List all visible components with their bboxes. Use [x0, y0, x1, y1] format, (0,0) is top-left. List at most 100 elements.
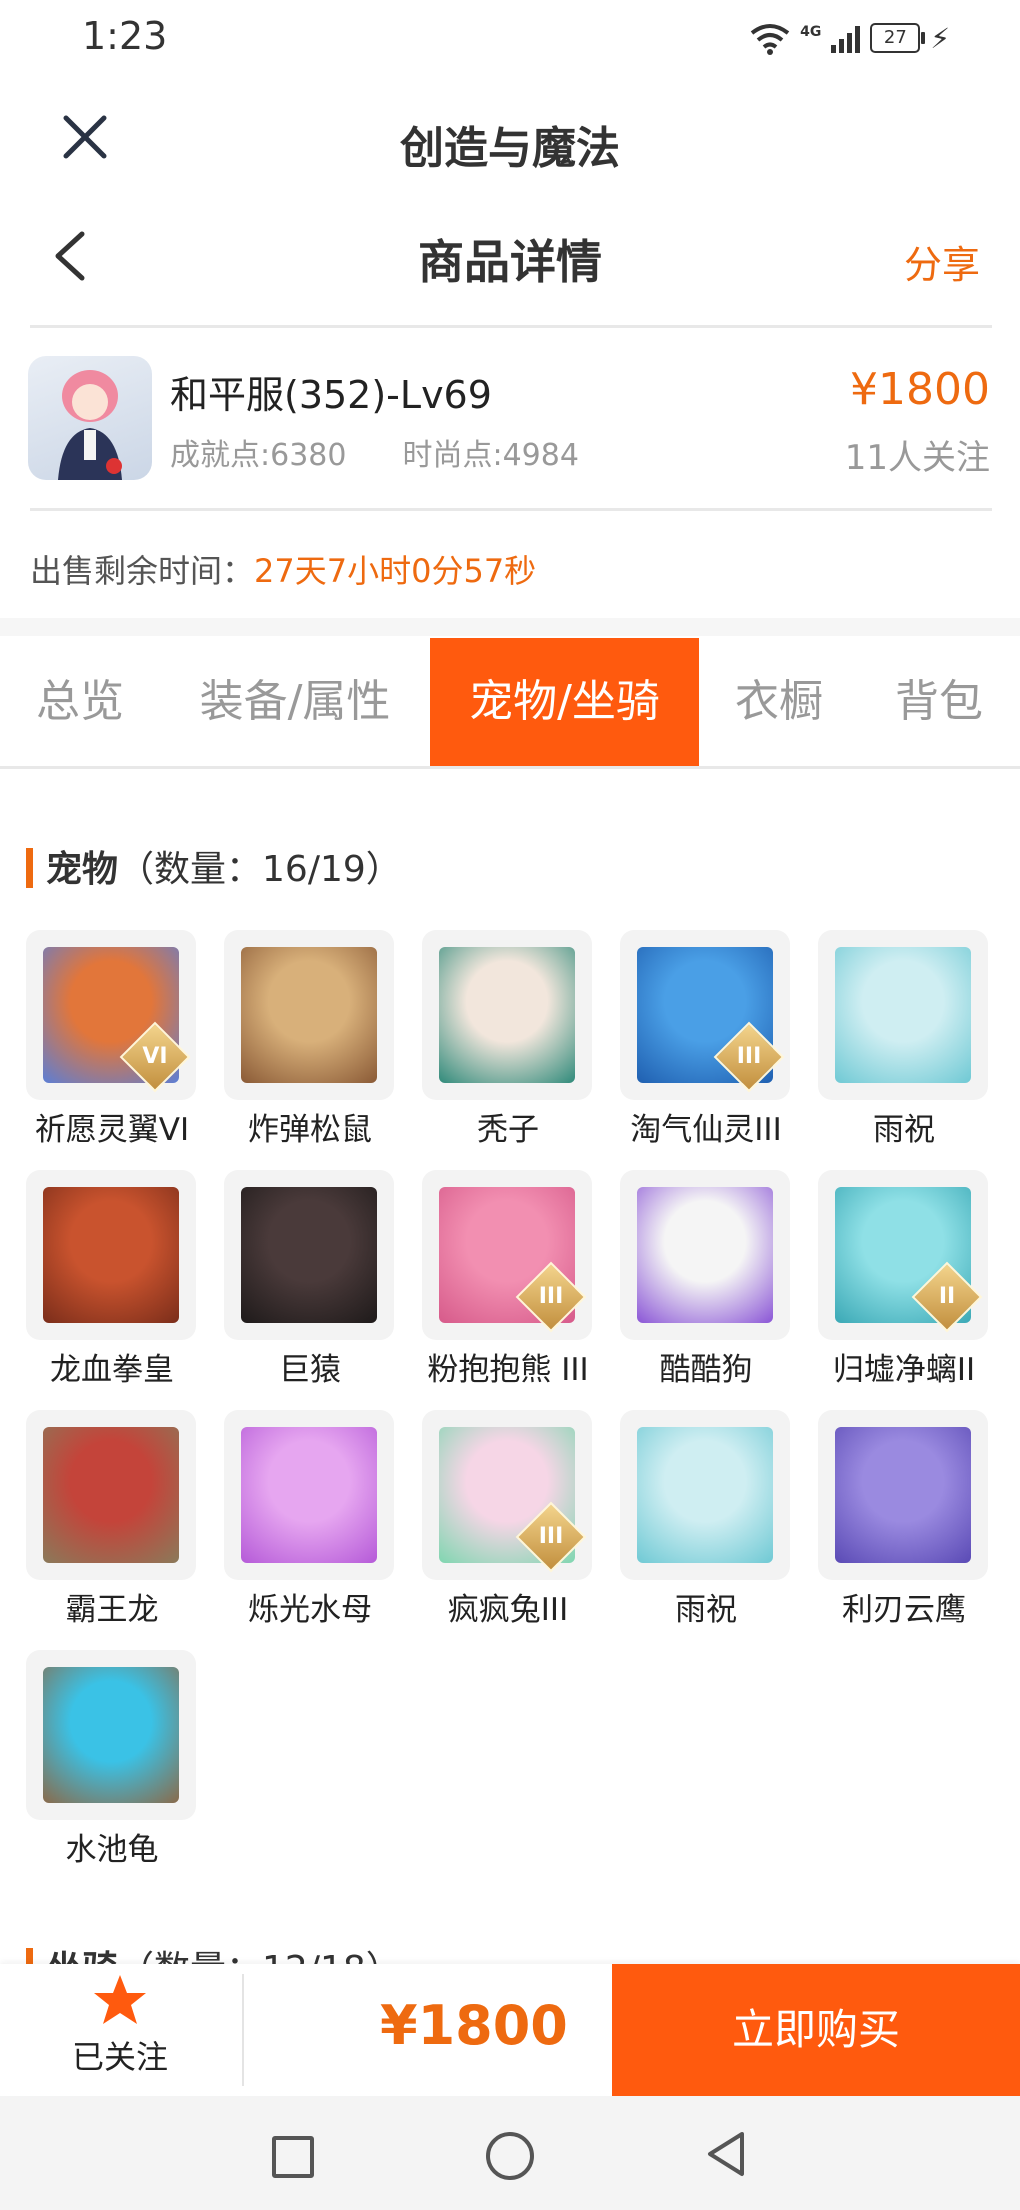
- remaining-value: 27天7小时0分57秒: [254, 552, 537, 590]
- pet-image-frame: [26, 1410, 196, 1580]
- pet-image: [637, 1427, 773, 1563]
- home-icon[interactable]: [486, 2132, 534, 2180]
- pet-card[interactable]: 烁光水母: [224, 1410, 396, 1629]
- pet-image: [43, 1667, 179, 1803]
- recent-apps-icon[interactable]: [272, 2136, 314, 2178]
- achievement-points: 成就点:6380: [170, 438, 347, 473]
- pet-card[interactable]: II 归墟净螭II: [818, 1170, 990, 1389]
- follow-button[interactable]: 已关注: [40, 1972, 200, 2092]
- tab-equipment[interactable]: 装备/属性: [175, 638, 415, 766]
- pet-card[interactable]: 龙血拳皇: [26, 1170, 198, 1389]
- divider: [242, 1974, 244, 2086]
- pet-image: [835, 947, 971, 1083]
- pet-card[interactable]: 雨祝: [620, 1410, 792, 1629]
- pet-card[interactable]: 秃子: [422, 930, 594, 1149]
- app-bar: 创造与魔法: [0, 80, 1020, 196]
- tier-label: VI: [142, 1044, 168, 1069]
- pet-name: 龙血拳皇: [50, 1352, 174, 1388]
- divider: [30, 325, 992, 328]
- pet-image-frame: [224, 1170, 394, 1340]
- pets-count: （数量：16/19）: [118, 849, 402, 890]
- pets-section-title: 宠物: [46, 849, 119, 890]
- share-button[interactable]: 分享: [904, 234, 980, 289]
- product-stats: 成就点:6380 时尚点:4984: [170, 430, 579, 474]
- section-gap: [0, 618, 1020, 636]
- pet-name: 利刃云鹰: [842, 1592, 966, 1628]
- pet-name: 粉抱抱熊 III: [427, 1352, 589, 1388]
- pet-name: 烁光水母: [248, 1592, 372, 1628]
- pet-image-frame: [224, 930, 394, 1100]
- battery-level: 27: [883, 27, 907, 48]
- pet-card[interactable]: 酷酷狗: [620, 1170, 792, 1389]
- buy-now-button[interactable]: 立即购买: [612, 1964, 1020, 2096]
- pet-card[interactable]: III 粉抱抱熊 III: [422, 1170, 594, 1389]
- tier-label: III: [538, 1524, 564, 1549]
- star-icon: [94, 1975, 146, 2024]
- pet-image-frame: [26, 1170, 196, 1340]
- pet-name: 酷酷狗: [659, 1352, 753, 1388]
- pet-card[interactable]: 雨祝: [818, 930, 990, 1149]
- fashion-points: 时尚点:4984: [402, 438, 579, 473]
- page-title: 商品详情: [418, 235, 602, 289]
- pet-card[interactable]: 霸王龙: [26, 1410, 198, 1629]
- pet-image-frame: [620, 1170, 790, 1340]
- tab-bar: 总览 装备/属性 宠物/坐骑 衣橱 背包: [0, 638, 1020, 769]
- pet-image-frame: [818, 930, 988, 1100]
- pet-card[interactable]: 利刃云鹰: [818, 1410, 990, 1629]
- pet-card[interactable]: III 疯疯兔III: [422, 1410, 594, 1629]
- tab-pets-mounts[interactable]: 宠物/坐骑: [430, 638, 699, 766]
- pet-image: [241, 1187, 377, 1323]
- pet-name: 归墟净螭II: [832, 1352, 976, 1388]
- pet-name: 雨祝: [873, 1112, 935, 1148]
- pet-card[interactable]: III 淘气仙灵III: [620, 930, 792, 1149]
- character-avatar-image: [58, 370, 122, 480]
- remaining-time: 出售剩余时间：27天7小时0分57秒: [30, 546, 536, 592]
- page-header: 商品详情 分享: [0, 196, 1020, 326]
- tier-label: II: [938, 1284, 956, 1309]
- pet-image-frame: III: [422, 1410, 592, 1580]
- follower-count: 11人关注: [844, 438, 990, 478]
- network-type: 4G: [800, 24, 822, 40]
- pet-image-frame: II: [818, 1170, 988, 1340]
- pet-image: [241, 947, 377, 1083]
- pet-image-frame: VI: [26, 930, 196, 1100]
- character-thumbnail: [28, 356, 152, 480]
- pet-name: 巨猿: [279, 1352, 341, 1388]
- pet-name: 淘气仙灵III: [630, 1112, 782, 1148]
- pet-name: 雨祝: [675, 1592, 737, 1628]
- app-title: 创造与魔法: [400, 123, 620, 174]
- pet-card[interactable]: 水池龟: [26, 1650, 198, 1869]
- bottom-action-bar: 已关注 ¥1800 立即购买: [0, 1964, 1020, 2096]
- pet-image-frame: [620, 1410, 790, 1580]
- wifi-icon: [750, 24, 790, 55]
- tier-label: III: [736, 1044, 762, 1069]
- pet-image: [43, 1187, 179, 1323]
- pet-name: 疯疯兔III: [447, 1592, 569, 1628]
- remaining-label: 出售剩余时间：: [30, 552, 255, 590]
- status-bar: 1:23 4G 27 ⚡: [0, 0, 1020, 80]
- signal-icon: [831, 23, 861, 53]
- pets-section-header: 宠物（数量：16/19）: [26, 840, 402, 892]
- product-summary: 和平服(352)-Lv69 成就点:6380 时尚点:4984 ¥1800 11…: [0, 330, 1020, 508]
- pet-image: [637, 1187, 773, 1323]
- charging-icon: ⚡: [930, 21, 950, 55]
- follow-label: 已关注: [71, 2038, 168, 2076]
- pet-card[interactable]: 巨猿: [224, 1170, 396, 1389]
- pet-image-frame: [422, 930, 592, 1100]
- pet-name: 秃子: [477, 1112, 539, 1148]
- pet-name: 祈愿灵翼VI: [34, 1112, 190, 1148]
- pet-name: 霸王龙: [65, 1592, 159, 1628]
- pet-image: [835, 1427, 971, 1563]
- pet-image-frame: [818, 1410, 988, 1580]
- tab-backpack[interactable]: 背包: [874, 638, 1004, 766]
- pet-image: [439, 947, 575, 1083]
- tab-overview[interactable]: 总览: [0, 638, 160, 766]
- tab-wardrobe[interactable]: 衣橱: [714, 638, 844, 766]
- divider: [30, 508, 992, 511]
- pet-card[interactable]: 炸弹松鼠: [224, 930, 396, 1149]
- pet-card[interactable]: VI 祈愿灵翼VI: [26, 930, 198, 1149]
- bottom-price: ¥1800: [380, 1994, 568, 2057]
- pet-name: 水池龟: [65, 1832, 159, 1868]
- back-triangle-icon[interactable]: [704, 2130, 748, 2178]
- pet-image-frame: [224, 1410, 394, 1580]
